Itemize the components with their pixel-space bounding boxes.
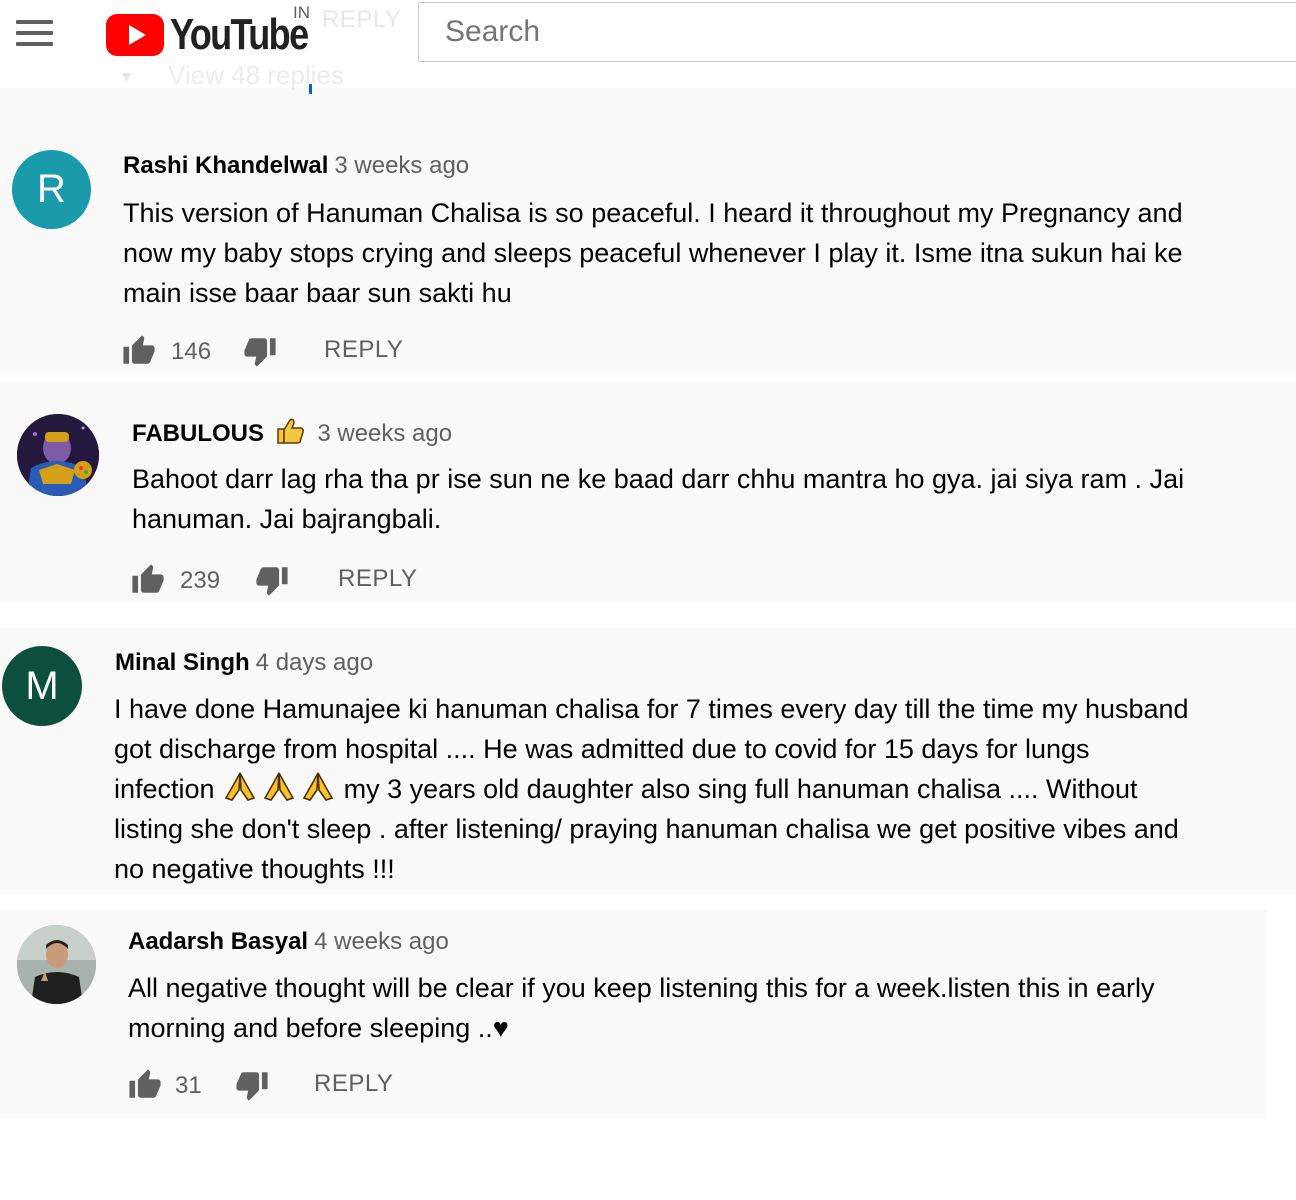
comment-line: All negative thought will be clear if yo…: [128, 973, 1155, 1003]
youtube-wordmark: YouTube: [170, 10, 309, 59]
folded-hands-icon: [224, 772, 256, 801]
comment-line: morning and before sleeping ..♥: [128, 1013, 509, 1043]
comment-line: listing she don't sleep . after listenin…: [114, 814, 1179, 844]
comment-timestamp[interactable]: 3 weeks ago: [317, 420, 452, 447]
thumbs-down-icon[interactable]: [255, 563, 289, 597]
view-replies-link: View 48 replies: [168, 60, 344, 90]
avatar[interactable]: M: [2, 646, 82, 726]
avatar-letter: R: [37, 167, 66, 211]
menu-icon[interactable]: [16, 18, 54, 48]
author-name[interactable]: Minal Singh: [115, 649, 250, 676]
comment-text: All negative thought will be clear if yo…: [128, 968, 1155, 1048]
like-count: 31: [175, 1072, 202, 1099]
reply-button[interactable]: REPLY: [338, 565, 417, 593]
comment-actions: 239 REPLY: [131, 563, 451, 599]
comment-timestamp[interactable]: 4 weeks ago: [314, 928, 449, 955]
folded-hands-icon: [302, 772, 334, 801]
youtube-play-icon: [106, 14, 164, 56]
comment-line: Bahoot darr lag rha tha pr ise sun ne ke…: [132, 464, 1185, 494]
person-photo-avatar-icon: [17, 925, 96, 1004]
comment-actions: 146 REPLY: [122, 334, 442, 370]
comment-line: now my baby stops crying and sleeps peac…: [123, 238, 1183, 268]
thanos-avatar-icon: [17, 414, 99, 496]
comment-line: This version of Hanuman Chalisa is so pe…: [123, 198, 1183, 228]
comment-thread: R Rashi Khandelwal 3 weeks ago This versi…: [0, 88, 1296, 373]
avatar[interactable]: [17, 414, 99, 496]
author-name[interactable]: FABULOUS: [132, 420, 264, 447]
comment-line-text: infection: [114, 774, 215, 804]
author-name[interactable]: Aadarsh Basyal: [128, 928, 308, 955]
thumbs-up-icon[interactable]: [131, 563, 165, 597]
author-name[interactable]: Rashi Khandelwal: [123, 152, 328, 179]
scroll-marker: [309, 84, 312, 94]
avatar[interactable]: [17, 925, 96, 1004]
comment-line: got discharge from hospital .... He was …: [114, 734, 1090, 764]
search-input[interactable]: [418, 2, 1296, 62]
reply-button[interactable]: REPLY: [314, 1070, 393, 1098]
thumbs-down-icon[interactable]: [235, 1068, 269, 1102]
comment-thread: FABULOUS 3 weeks ago Bahoot darr lag rha…: [0, 381, 1296, 603]
youtube-logo[interactable]: YouTube: [106, 10, 309, 60]
avatar[interactable]: R: [12, 150, 91, 229]
comment-author[interactable]: Rashi Khandelwal 3 weeks ago: [123, 152, 469, 180]
comment-author[interactable]: FABULOUS 3 weeks ago: [132, 417, 452, 448]
comment-line: hanuman. Jai bajrangbali.: [132, 504, 442, 534]
folded-hands-icon: [263, 772, 295, 801]
thumbs-down-icon[interactable]: [243, 334, 277, 368]
country-code: IN: [293, 3, 310, 22]
reply-button[interactable]: REPLY: [324, 336, 403, 364]
comment-line: no negative thoughts !!!: [114, 854, 395, 884]
thumbs-up-icon[interactable]: [128, 1068, 162, 1102]
comment-line-text: my 3 years old daughter also sing full h…: [343, 774, 1138, 804]
scrolled-reply-label: REPLY: [322, 6, 402, 33]
comment-author[interactable]: Minal Singh 4 days ago: [115, 649, 373, 677]
avatar-letter: M: [25, 663, 59, 708]
comment-line: main isse baar baar sun sakti hu: [123, 278, 512, 308]
comment-text: This version of Hanuman Chalisa is so pe…: [123, 193, 1183, 313]
chevron-down-icon: ▾: [122, 66, 132, 86]
comment-timestamp[interactable]: 4 days ago: [256, 649, 373, 676]
comment-timestamp[interactable]: 3 weeks ago: [334, 152, 469, 179]
thumbs-up-icon: [276, 418, 304, 444]
comment-author[interactable]: Aadarsh Basyal 4 weeks ago: [128, 928, 449, 956]
like-count: 239: [180, 567, 221, 594]
comment-thread: M Minal Singh 4 days ago I have done Hamu…: [0, 628, 1296, 894]
comment-text: Bahoot darr lag rha tha pr ise sun ne ke…: [132, 459, 1184, 539]
comment-line: infection my 3 years old daughter also s…: [114, 769, 1189, 809]
comment-text: I have done Hamunajee ki hanuman chalisa…: [114, 689, 1189, 889]
comment-line: I have done Hamunajee ki hanuman chalisa…: [114, 694, 1189, 724]
like-count: 146: [171, 338, 212, 365]
thumbs-up-icon[interactable]: [122, 334, 156, 368]
comment-thread: Aadarsh Basyal 4 weeks ago All negative t…: [0, 909, 1267, 1118]
comment-actions: 31 REPLY: [128, 1068, 428, 1104]
